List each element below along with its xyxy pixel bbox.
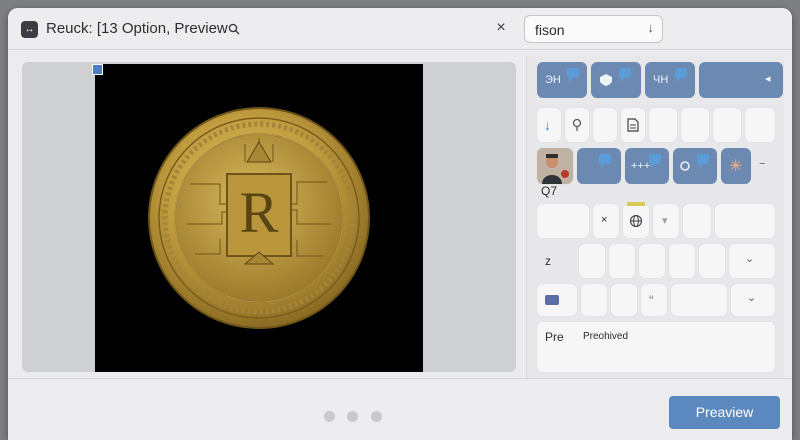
empty-tile: [639, 244, 665, 278]
globe-tile[interactable]: [623, 202, 649, 238]
tile-r3-4[interactable]: ✳: [721, 148, 751, 184]
empty-tile: [715, 204, 775, 238]
tile-r3-1[interactable]: [577, 148, 621, 184]
empty-tile: [681, 108, 709, 142]
dialog-footer: Preaview: [8, 378, 792, 440]
empty-tile: [745, 108, 775, 142]
empty-tile: [713, 108, 741, 142]
empty-tile: [579, 244, 605, 278]
tile-r3-2[interactable]: +++: [625, 148, 669, 184]
page-indicator[interactable]: [324, 409, 390, 427]
empty-tile: [611, 284, 637, 316]
comment-icon: [599, 154, 611, 168]
tile-2[interactable]: [591, 62, 641, 98]
highlight-bar: [627, 202, 645, 206]
preset-status: Preohived: [583, 331, 629, 342]
quote-tile[interactable]: “: [641, 284, 667, 316]
card-icon: [545, 295, 559, 305]
avatar[interactable]: [537, 148, 573, 184]
filter-tile[interactable]: ▾: [653, 204, 679, 238]
person-icon: [537, 148, 573, 184]
empty-tile: [537, 204, 589, 238]
option-select[interactable]: fison ↓: [524, 15, 663, 43]
empty-tile: [671, 284, 727, 316]
pin-tile[interactable]: [565, 108, 589, 142]
svg-text:R: R: [240, 180, 279, 245]
tile-1[interactable]: ЭН: [537, 62, 587, 98]
empty-tile: [609, 244, 635, 278]
app-icon: ↔: [21, 21, 38, 38]
comment-icon: [567, 68, 579, 82]
dialog-title: Reuck: [13 Option, Preview: [46, 20, 228, 37]
preset-row[interactable]: Pre Preohived: [537, 322, 775, 372]
settings-icon: [680, 161, 690, 171]
coin-illustration: R: [148, 107, 370, 329]
chevron-down-icon: ↓: [647, 20, 655, 35]
page-dot[interactable]: [324, 411, 335, 422]
shield-icon: [600, 74, 612, 86]
globe-icon: [629, 214, 643, 228]
row-label-q7: Q7: [541, 184, 558, 198]
row-label-z: z: [545, 254, 551, 268]
close-button[interactable]: ×: [492, 19, 510, 37]
dialog-header: ↔ Reuck: [13 Option, Preview × fison ↓: [8, 8, 792, 50]
page-dot[interactable]: [347, 411, 359, 422]
preview-image[interactable]: R: [95, 64, 423, 372]
options-grid-panel: ЭН ЧН ◂ ↓ +++ ✳ − Q7 × ▾ z ⌄ “ ⌄ Pre Pre…: [526, 56, 784, 382]
comment-icon: [697, 154, 709, 168]
empty-tile: [649, 108, 677, 142]
page-dot[interactable]: [370, 411, 382, 422]
image-preview-pane: R: [22, 62, 516, 372]
empty-tile: [699, 244, 725, 278]
image-select-badge[interactable]: [92, 64, 103, 75]
empty-tile: [593, 108, 617, 142]
document-tile[interactable]: [621, 108, 645, 142]
tile-4[interactable]: ◂: [699, 62, 783, 98]
more-button[interactable]: −: [755, 148, 775, 184]
comment-icon: [619, 68, 631, 82]
empty-tile: [581, 284, 607, 316]
comment-icon: [675, 68, 687, 82]
download-tile[interactable]: ↓: [537, 108, 561, 142]
preview-button[interactable]: Preaview: [669, 396, 780, 429]
tile-3[interactable]: ЧН: [645, 62, 695, 98]
expand-button[interactable]: ⌄: [729, 244, 775, 278]
empty-tile: [669, 244, 695, 278]
comment-icon: [649, 154, 661, 168]
document-icon: [627, 118, 639, 132]
preview-dialog: ↔ Reuck: [13 Option, Preview × fison ↓ R…: [8, 8, 792, 440]
expand-button[interactable]: ⌄: [731, 284, 775, 316]
search-icon[interactable]: [228, 23, 240, 35]
tile-r3-3[interactable]: [673, 148, 717, 184]
card-tile[interactable]: [537, 284, 577, 316]
preset-label: Pre: [545, 330, 564, 344]
empty-tile: [683, 204, 711, 238]
option-select-value: fison: [535, 22, 565, 38]
remove-tile[interactable]: ×: [593, 204, 619, 238]
pin-icon: [572, 118, 582, 131]
